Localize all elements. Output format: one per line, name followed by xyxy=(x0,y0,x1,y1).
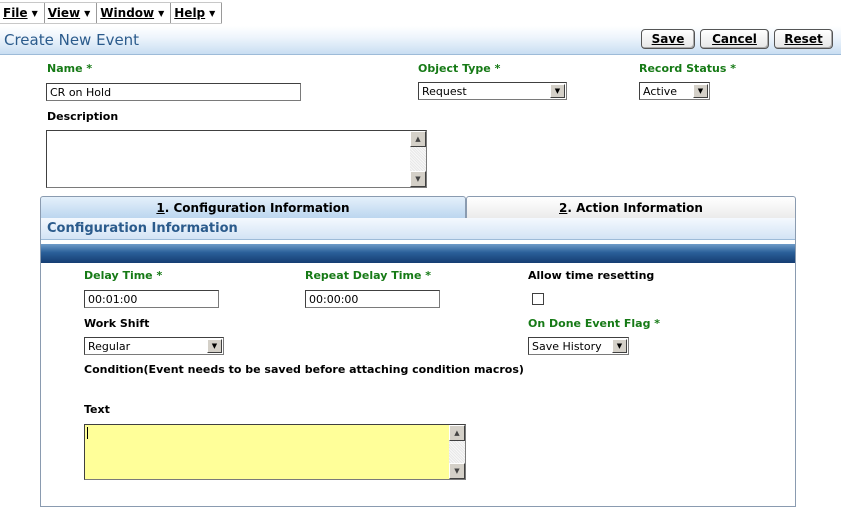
tab-configuration-label: . Configuration Information xyxy=(164,200,350,215)
menu-view[interactable]: View ▼ xyxy=(45,3,98,23)
repeat-delay-time-label: Repeat Delay Time * xyxy=(305,269,432,282)
page-header: Create New Event Save Cancel Reset xyxy=(0,26,841,55)
text-textarea[interactable]: ▲ ▼ xyxy=(84,424,466,480)
delay-time-field[interactable]: 00:01:00 xyxy=(84,290,219,308)
record-status-label: Record Status * xyxy=(639,62,736,75)
condition-label: Condition(Event needs to be saved before… xyxy=(84,363,524,376)
on-done-event-flag-value: Save History xyxy=(532,340,602,353)
page-title: Create New Event xyxy=(4,31,140,49)
text-scrollbar[interactable]: ▲ ▼ xyxy=(449,425,465,479)
chevron-down-icon: ▼ xyxy=(209,8,216,18)
tab-action-information[interactable]: 2 . Action Information xyxy=(466,196,796,218)
work-shift-label: Work Shift xyxy=(84,317,150,330)
tab-action-label: . Action Information xyxy=(567,200,703,215)
menu-window[interactable]: Window ▼ xyxy=(97,3,172,23)
tab-configuration-number: 1 xyxy=(156,200,165,215)
on-done-event-flag-label: On Done Event Flag * xyxy=(528,317,661,330)
record-status-select[interactable]: Active ▼ xyxy=(639,82,710,100)
allow-time-resetting-label: Allow time resetting xyxy=(528,269,655,282)
scroll-up-icon[interactable]: ▲ xyxy=(449,425,465,441)
tab-action-number: 2 xyxy=(559,200,568,215)
tab-configuration-information[interactable]: 1 . Configuration Information xyxy=(40,196,466,218)
chevron-down-icon: ▼ xyxy=(158,8,165,18)
name-label: Name * xyxy=(47,62,93,75)
text-label: Text xyxy=(84,403,110,416)
menu-help[interactable]: Help ▼ xyxy=(171,3,223,23)
on-done-event-flag-select[interactable]: Save History ▼ xyxy=(528,337,629,355)
chevron-down-icon: ▼ xyxy=(84,8,91,18)
chevron-down-icon[interactable]: ▼ xyxy=(612,339,627,353)
work-shift-select[interactable]: Regular ▼ xyxy=(84,337,224,355)
chevron-down-icon[interactable]: ▼ xyxy=(550,84,565,98)
object-type-label: Object Type * xyxy=(418,62,501,75)
record-status-value: Active xyxy=(643,85,678,98)
chevron-down-icon[interactable]: ▼ xyxy=(207,339,222,353)
menu-bar: File ▼ View ▼ Window ▼ Help ▼ xyxy=(0,2,223,24)
menu-file-label: File xyxy=(3,6,28,20)
allow-time-resetting-checkbox[interactable] xyxy=(532,293,544,305)
scroll-down-icon[interactable]: ▼ xyxy=(410,171,426,187)
reset-button[interactable]: Reset xyxy=(774,29,833,49)
section-title: Configuration Information xyxy=(47,221,238,236)
menu-help-label: Help xyxy=(174,6,206,20)
section-header: Configuration Information xyxy=(41,218,795,240)
work-shift-value: Regular xyxy=(88,340,131,353)
section-divider-bar xyxy=(41,244,795,263)
chevron-down-icon[interactable]: ▼ xyxy=(693,84,708,98)
object-type-select[interactable]: Request ▼ xyxy=(418,82,567,100)
cancel-button[interactable]: Cancel xyxy=(700,29,769,49)
scroll-down-icon[interactable]: ▼ xyxy=(449,463,465,479)
chevron-down-icon: ▼ xyxy=(31,8,38,18)
description-label: Description xyxy=(47,110,119,123)
configuration-panel: Configuration Information Delay Time * 0… xyxy=(40,218,796,507)
menu-window-label: Window xyxy=(100,6,155,20)
save-button[interactable]: Save xyxy=(641,29,695,49)
name-field[interactable]: CR on Hold xyxy=(46,83,301,101)
description-scrollbar[interactable]: ▲ ▼ xyxy=(410,131,426,187)
scroll-up-icon[interactable]: ▲ xyxy=(410,131,426,147)
repeat-delay-time-field[interactable]: 00:00:00 xyxy=(305,290,440,308)
delay-time-label: Delay Time * xyxy=(84,269,163,282)
object-type-value: Request xyxy=(422,85,467,98)
menu-file[interactable]: File ▼ xyxy=(0,3,45,23)
menu-view-label: View xyxy=(47,6,81,20)
text-cursor xyxy=(87,427,88,439)
description-textarea[interactable]: ▲ ▼ xyxy=(46,130,427,188)
